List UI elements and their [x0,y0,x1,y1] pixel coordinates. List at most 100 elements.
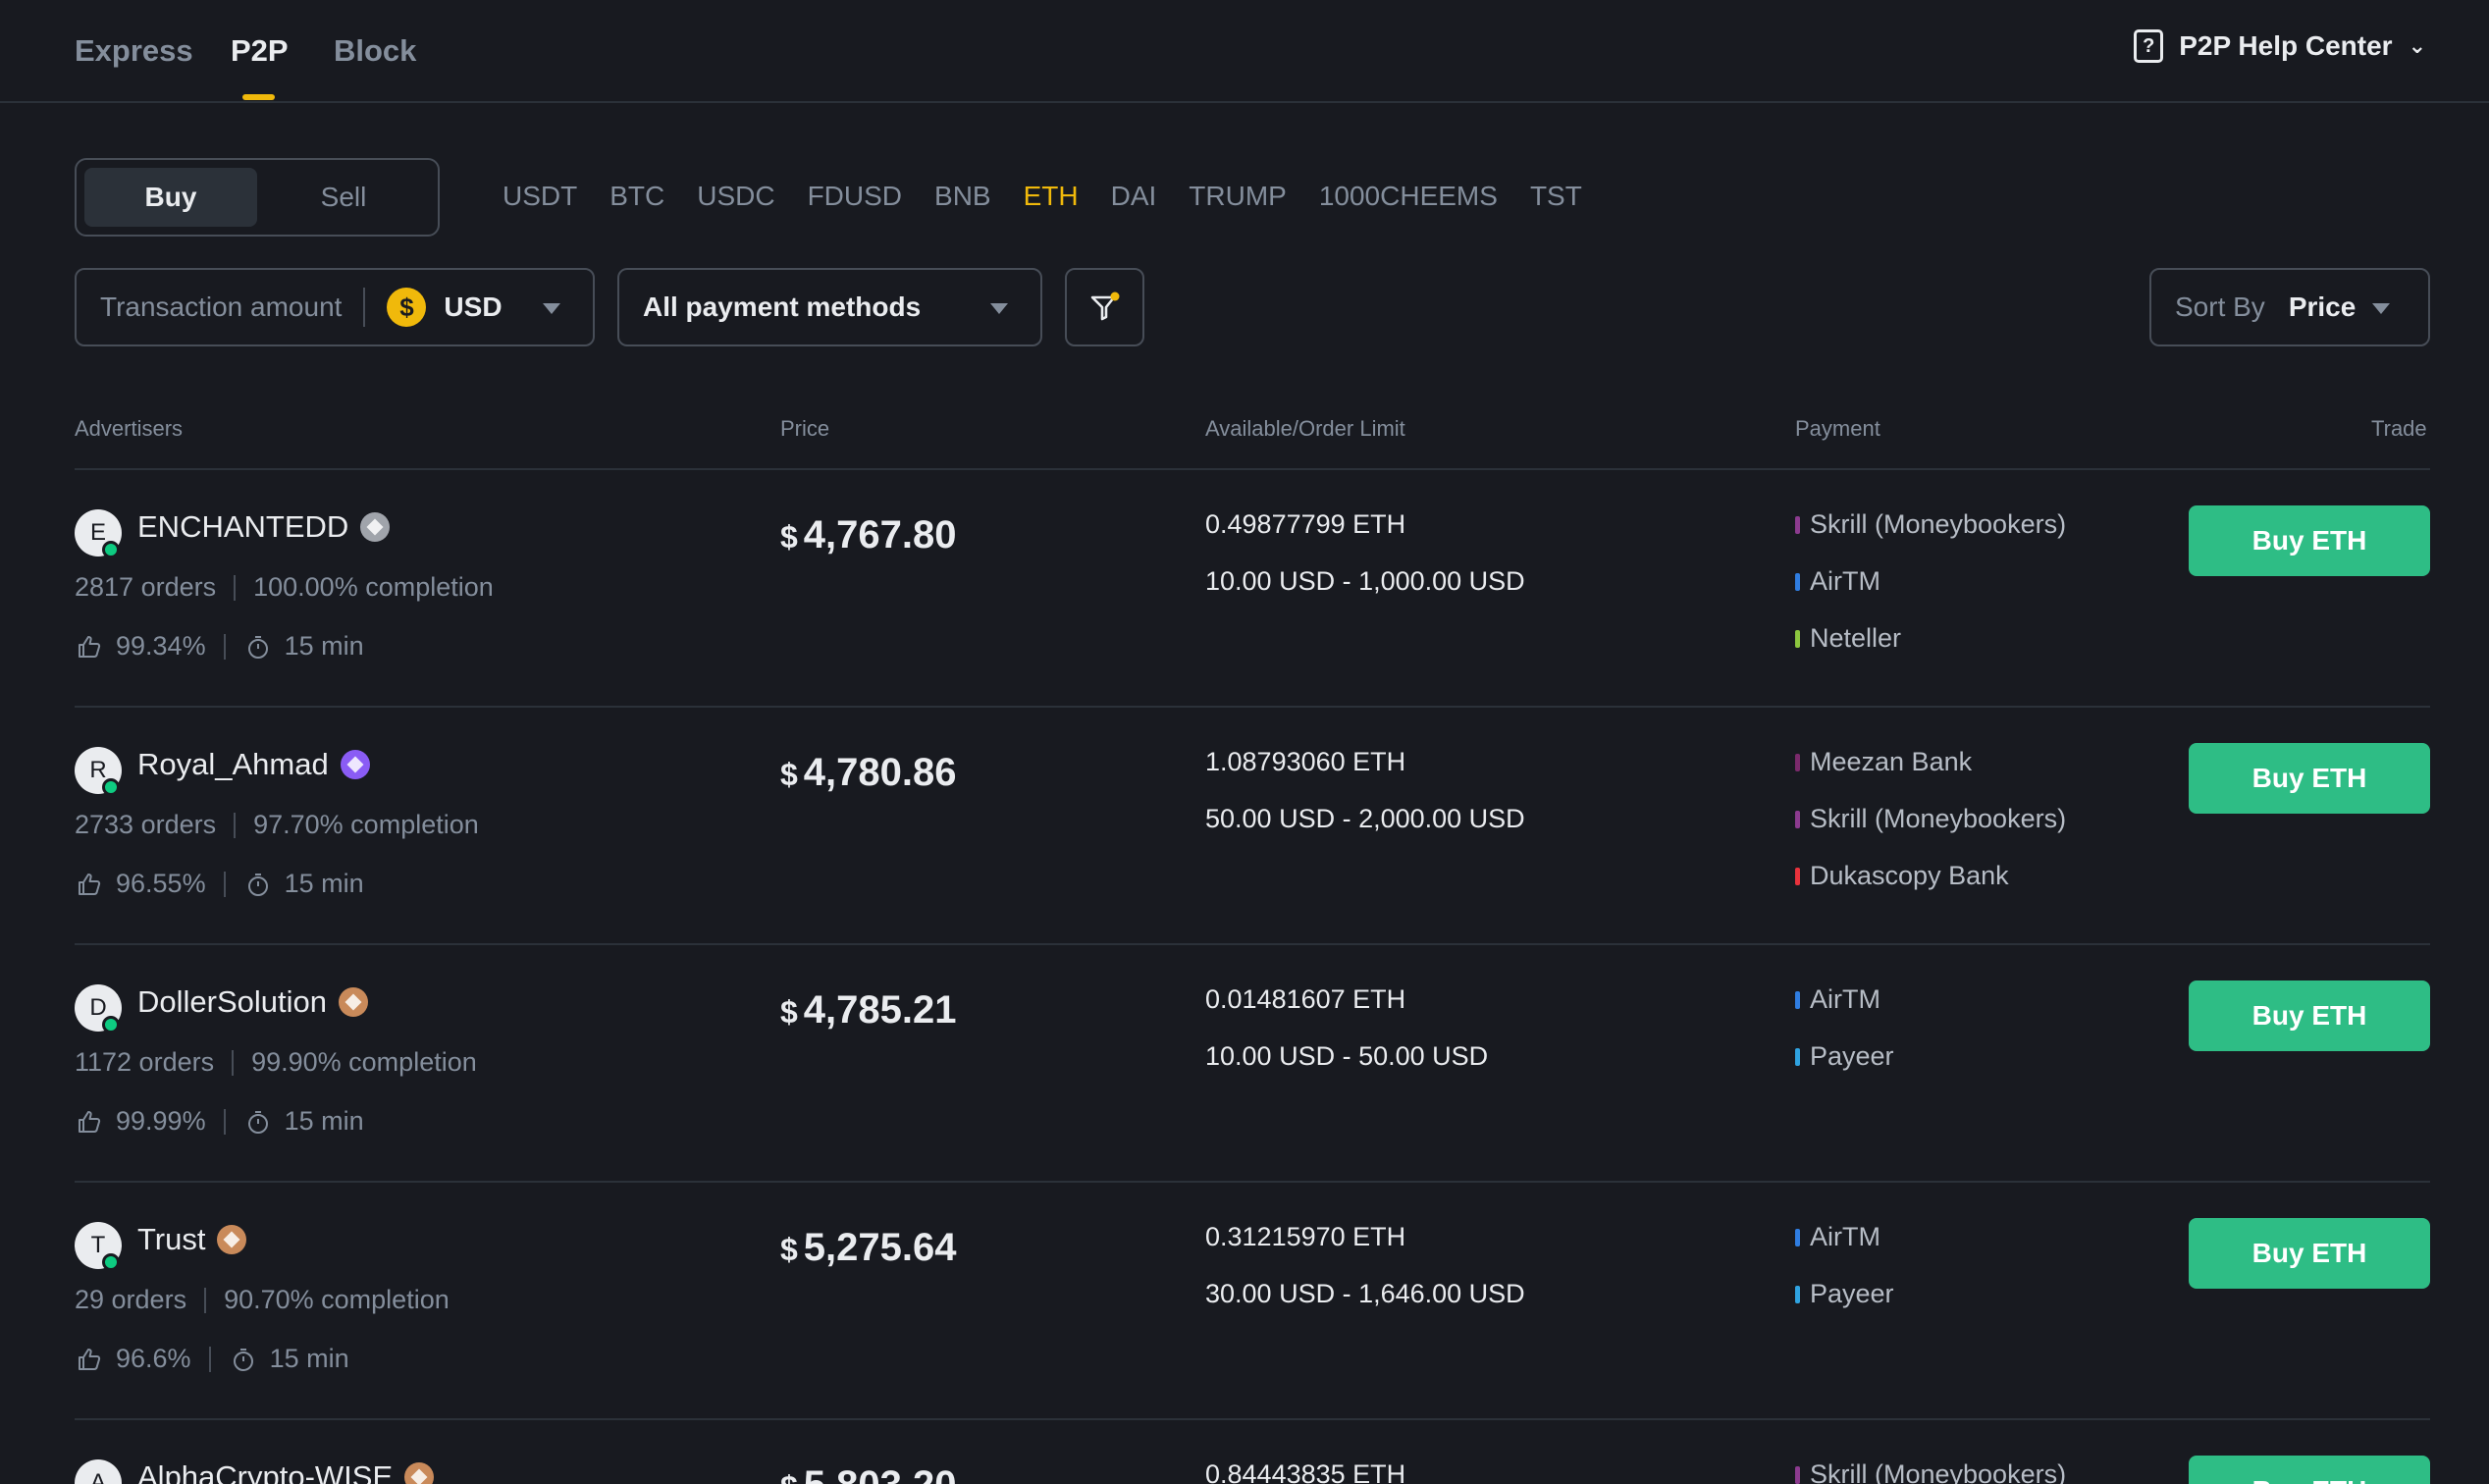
available-amount: 0.01481607 ETH [1205,984,1406,1014]
active-tab-indicator [242,94,275,100]
available-amount: 0.31215970 ETH [1205,1222,1406,1251]
buy-eth-button[interactable]: Buy ETH [2189,505,2430,576]
payment-color-marker [1795,810,1800,828]
avatar[interactable]: A [75,1459,122,1484]
payment-methods-label: All payment methods [643,292,922,322]
divider [223,1108,226,1135]
asset-btc[interactable]: BTC [609,181,664,212]
payment-method: Meezan Bank [1795,747,1972,777]
advertiser-name-link[interactable]: Trust [137,1222,247,1257]
advertiser-stats: 2817 orders 100.00% completion [75,572,494,603]
price-value: $5,275.64 [780,1226,957,1270]
buy-eth-button[interactable]: Buy ETH [2189,743,2430,814]
asset-dai[interactable]: DAI [1111,181,1157,212]
buy-eth-button[interactable]: Buy ETH [2189,980,2430,1051]
price-value: $4,785.21 [780,988,957,1033]
payment-methods-select[interactable]: All payment methods [617,268,1042,346]
completion-rate: 97.70% completion [253,810,479,839]
buy-eth-button[interactable]: Buy ETH [2189,1456,2430,1484]
payment-method-name: Payeer [1810,1279,1894,1308]
payment-color-marker [1795,1465,1800,1484]
help-center-menu[interactable]: ? P2P Help Center ⌄ [2134,29,2426,63]
table-row: D DollerSolution 1172 orders 99.90% comp… [0,945,2489,1183]
buy-eth-button[interactable]: Buy ETH [2189,1218,2430,1289]
payment-color-marker [1795,1285,1800,1303]
payment-color-marker [1795,1228,1800,1246]
timer-icon [229,1346,258,1373]
advertiser-meta: 99.34% 15 min [75,631,364,662]
asset-usdt[interactable]: USDT [503,181,577,212]
price-currency: $ [780,1469,798,1484]
table-row: R Royal_Ahmad 2733 orders 97.70% complet… [0,708,2489,945]
payment-color-marker [1795,1047,1800,1066]
payment-method: Dukascopy Bank [1795,861,2009,891]
transaction-amount-input[interactable]: Transaction amount $ USD [75,268,595,346]
positive-rating: 99.99% [116,1106,206,1136]
currency-label: USD [444,292,503,322]
asset-trump[interactable]: TRUMP [1189,181,1287,212]
filter-icon [1090,292,1119,321]
tab-p2p[interactable]: P2P [231,33,289,69]
divider [204,1287,207,1313]
header-trade: Trade [2371,416,2427,441]
advertiser-name-link[interactable]: DollerSolution [137,984,368,1020]
advertiser-stats: 29 orders 90.70% completion [75,1285,450,1315]
advertiser-name-link[interactable]: AlphaCrypto-WISE [137,1459,435,1484]
sell-toggle-button[interactable]: Sell [257,168,430,227]
orders-count: 2733 orders [75,810,217,839]
payment-method: Payeer [1795,1041,1894,1072]
asset-usdc[interactable]: USDC [697,181,774,212]
asset-eth[interactable]: ETH [1024,181,1079,212]
asset-1000cheems[interactable]: 1000CHEEMS [1319,181,1498,212]
top-nav: Express P2P Block ? P2P Help Center ⌄ [0,0,2489,103]
payment-method-name: Skrill (Moneybookers) [1810,1459,2067,1484]
thumbs-up-icon [75,1108,104,1136]
buy-toggle-button[interactable]: Buy [84,168,257,227]
advertiser-name: Trust [137,1222,206,1256]
asset-fdusd[interactable]: FDUSD [808,181,902,212]
order-limit: 50.00 USD - 2,000.00 USD [1205,804,1525,833]
price-value: $4,780.86 [780,751,957,795]
asset-tst[interactable]: TST [1530,181,1582,212]
price-amount: 4,785.21 [803,988,957,1032]
caret-down-icon [2372,303,2390,314]
completion-rate: 90.70% completion [224,1285,450,1314]
divider [223,871,226,897]
header-advertisers: Advertisers [75,416,184,441]
filter-button[interactable] [1065,268,1144,346]
payment-time-limit: 15 min [269,1344,349,1373]
online-status-dot [102,778,120,796]
positive-rating: 99.34% [116,631,206,661]
completion-rate: 99.90% completion [251,1047,477,1077]
payment-method: Payeer [1795,1279,1894,1309]
price-currency: $ [780,1232,798,1267]
available-amount: 0.84443835 ETH [1205,1459,1406,1484]
help-icon: ? [2134,29,2164,63]
advertiser-name-link[interactable]: Royal_Ahmad [137,747,370,782]
price-amount: 4,780.86 [803,751,957,794]
payment-color-marker [1795,629,1800,648]
price-currency: $ [780,519,798,555]
thumbs-up-icon [75,1346,104,1373]
help-center-label: P2P Help Center [2179,30,2393,61]
divider [223,633,226,660]
advertiser-meta: 96.55% 15 min [75,869,364,899]
payment-method: Skrill (Moneybookers) [1795,509,2066,540]
advertiser-name-link[interactable]: ENCHANTEDD [137,509,391,545]
tab-block[interactable]: Block [334,33,416,69]
payment-time-limit: 15 min [284,1106,364,1136]
order-limit: 10.00 USD - 50.00 USD [1205,1041,1489,1071]
available-amount: 0.49877799 ETH [1205,509,1406,539]
divider [208,1346,211,1372]
tab-express[interactable]: Express [75,33,193,69]
payment-method: Skrill (Moneybookers) [1795,1459,2066,1484]
payment-color-marker [1795,515,1800,534]
divider [232,1049,235,1076]
caret-down-icon[interactable] [543,303,560,314]
merchant-badge-icon [360,512,391,542]
payment-color-marker [1795,867,1800,885]
thumbs-up-icon [75,871,104,898]
sort-select[interactable]: Sort By Price [2149,268,2430,346]
asset-bnb[interactable]: BNB [934,181,991,212]
caret-down-icon [990,303,1008,314]
